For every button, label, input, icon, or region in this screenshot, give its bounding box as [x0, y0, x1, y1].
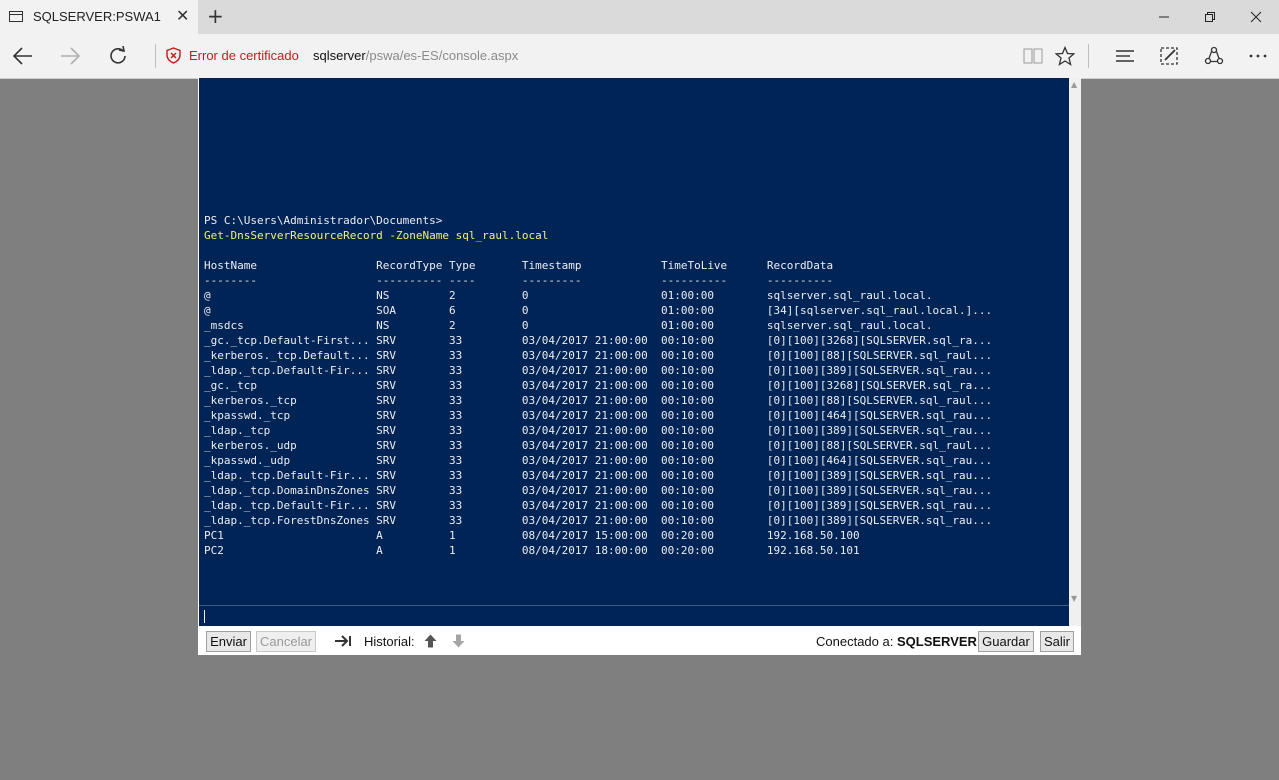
tab-close-icon[interactable]: ✕ [176, 7, 189, 25]
console-output: PS C:\Users\Administrador\Documents> Get… [199, 78, 1069, 605]
console-line: _gc._tcp SRV 33 03/04/2017 21:00:00 00:1… [204, 379, 993, 392]
forward-icon[interactable] [53, 42, 87, 70]
url-host: sqlserver [313, 48, 366, 63]
console-line: Get-DnsServerResourceRecord -ZoneName sq… [204, 229, 549, 242]
console-line: @ NS 2 0 01:00:00 sqlserver.sql_raul.loc… [204, 289, 933, 302]
history-up-icon[interactable] [424, 634, 437, 651]
console-line: PC2 A 1 08/04/2017 18:00:00 00:20:00 192… [204, 544, 860, 557]
input-scrollbar[interactable] [1069, 605, 1081, 626]
tab-strip: SQLSERVER:PSWA1 ✕ + [0, 0, 1279, 34]
console-line: PC1 A 1 08/04/2017 15:00:00 00:20:00 192… [204, 529, 860, 542]
address-separator [155, 44, 156, 68]
minimize-icon[interactable] [1141, 0, 1187, 34]
connection-status: Conectado a: SQLSERVER [816, 634, 977, 649]
console-line: -------- ---------- ---- --------- -----… [204, 274, 834, 287]
connected-label: Conectado a: [816, 634, 894, 649]
console-line: _kerberos._tcp.Default... SRV 33 03/04/2… [204, 349, 993, 362]
history-down-icon[interactable] [452, 634, 465, 651]
console-line: _kerberos._tcp SRV 33 03/04/2017 21:00:0… [204, 394, 993, 407]
restore-icon[interactable] [1187, 0, 1233, 34]
refresh-icon[interactable] [101, 42, 135, 70]
close-window-icon[interactable] [1233, 0, 1279, 34]
console-line: _ldap._tcp SRV 33 03/04/2017 21:00:00 00… [204, 424, 993, 437]
tab-title: SQLSERVER:PSWA1 [33, 9, 161, 24]
certificate-error-label[interactable]: Error de certificado [189, 48, 299, 63]
cancel-button[interactable]: Cancelar [256, 631, 316, 652]
console-line: _gc._tcp.Default-First... SRV 33 03/04/2… [204, 334, 993, 347]
console-toolbar: Enviar Cancelar Historial: Conectado a: … [199, 627, 1081, 655]
save-button[interactable]: Guardar [978, 631, 1034, 652]
exit-button[interactable]: Salir [1040, 631, 1074, 652]
share-icon[interactable] [1199, 42, 1229, 70]
command-input[interactable] [199, 605, 1069, 626]
console-line: _kerberos._udp SRV 33 03/04/2017 21:00:0… [204, 439, 993, 452]
tab-complete-icon[interactable] [334, 635, 352, 650]
web-note-icon[interactable] [1154, 42, 1184, 70]
input-caret [204, 610, 205, 623]
console-line: _ldap._tcp.DomainDnsZones SRV 33 03/04/2… [204, 484, 993, 497]
scroll-down-icon[interactable]: ▼ [1071, 594, 1077, 603]
connected-host: SQLSERVER [896, 634, 977, 649]
console-line: @ SOA 6 0 01:00:00 [34][sqlserver.sql_ra… [204, 304, 993, 317]
scroll-up-icon[interactable]: ▲ [1071, 80, 1077, 89]
history-label: Historial: [364, 634, 415, 649]
url-field[interactable]: sqlserver/pswa/es-ES/console.aspx [313, 48, 518, 63]
new-tab-icon[interactable]: + [207, 5, 224, 27]
console-scrollbar[interactable]: ▲ ▼ [1069, 78, 1081, 605]
browser-tab[interactable]: SQLSERVER:PSWA1 ✕ [0, 0, 198, 34]
console-line: _kpasswd._udp SRV 33 03/04/2017 21:00:00… [204, 454, 993, 467]
address-bar: Error de certificado sqlserver/pswa/es-E… [0, 34, 1279, 79]
console-text: PS C:\Users\Administrador\Documents> Get… [204, 213, 992, 605]
console-line: _msdcs NS 2 0 01:00:00 sqlserver.sql_rau… [204, 319, 933, 332]
more-icon[interactable] [1243, 42, 1273, 70]
console-line: _ldap._tcp.ForestDnsZones SRV 33 03/04/2… [204, 514, 993, 527]
page-icon [9, 11, 23, 22]
console-line: _kpasswd._tcp SRV 33 03/04/2017 21:00:00… [204, 409, 993, 422]
console-line: _ldap._tcp.Default-Fir... SRV 33 03/04/2… [204, 499, 993, 512]
hub-icon[interactable] [1110, 42, 1140, 70]
send-button[interactable]: Enviar [206, 631, 251, 652]
url-path: /pswa/es-ES/console.aspx [365, 48, 519, 63]
back-icon[interactable] [6, 42, 40, 70]
console-line: _ldap._tcp.Default-Fir... SRV 33 03/04/2… [204, 469, 993, 482]
reading-view-icon[interactable] [1018, 42, 1048, 70]
certificate-error-icon[interactable] [165, 47, 182, 64]
console-line: PS C:\Users\Administrador\Documents> [204, 214, 443, 227]
console-line: _ldap._tcp.Default-Fir... SRV 33 03/04/2… [204, 364, 993, 377]
favorite-star-icon[interactable] [1050, 42, 1080, 70]
toolbar-separator [1088, 44, 1089, 68]
console-line: HostName RecordType Type Timestamp TimeT… [204, 259, 834, 272]
